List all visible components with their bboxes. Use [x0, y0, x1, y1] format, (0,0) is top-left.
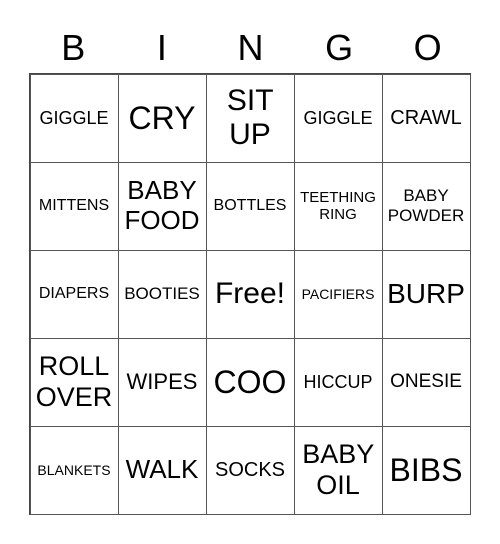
- bingo-cell[interactable]: HICCUP: [293, 337, 383, 427]
- cell-label: MITTENS: [38, 196, 110, 214]
- bingo-cell[interactable]: BLANKETS: [29, 425, 119, 515]
- cell-label: COO: [213, 363, 287, 400]
- cell-label: BOOTIES: [124, 284, 200, 304]
- bingo-cell[interactable]: ONESIE: [381, 337, 471, 427]
- bingo-cell[interactable]: BOTTLES: [205, 161, 295, 251]
- cell-label: BLANKETS: [37, 461, 111, 478]
- bingo-cell[interactable]: BABY FOOD: [117, 161, 207, 251]
- bingo-cell[interactable]: ROLL OVER: [29, 337, 119, 427]
- bingo-cell[interactable]: BURP: [381, 249, 471, 339]
- cell-label: TEETHING RING: [300, 188, 376, 223]
- cell-label: WIPES: [126, 369, 198, 395]
- bingo-cell[interactable]: GIGGLE: [29, 73, 119, 163]
- cell-label: ONESIE: [390, 371, 462, 393]
- bingo-cell[interactable]: Free!: [205, 249, 295, 339]
- cell-label: ROLL OVER: [35, 350, 113, 412]
- cell-label: Free!: [214, 276, 286, 310]
- bingo-cell[interactable]: DIAPERS: [29, 249, 119, 339]
- header-letter: I: [156, 27, 167, 68]
- header-letter: B: [61, 27, 86, 68]
- bingo-cell[interactable]: CRAWL: [381, 73, 471, 163]
- cell-label: BURP: [387, 277, 465, 309]
- cell-label: HICCUP: [303, 371, 373, 392]
- cell-label: CRAWL: [390, 106, 462, 129]
- bingo-cell[interactable]: SOCKS: [205, 425, 295, 515]
- bingo-header: B I N G O: [29, 26, 472, 70]
- cell-label: BABY POWDER: [387, 186, 465, 225]
- bingo-cell[interactable]: COO: [205, 337, 295, 427]
- header-letter: N: [237, 27, 264, 68]
- cell-label: GIGGLE: [303, 107, 373, 128]
- cell-label: BOTTLES: [213, 196, 287, 214]
- bingo-cell[interactable]: GIGGLE: [293, 73, 383, 163]
- bingo-cell[interactable]: WIPES: [117, 337, 207, 427]
- cell-label: BIBS: [389, 451, 463, 488]
- bingo-cell[interactable]: BABY POWDER: [381, 161, 471, 251]
- header-letter: O: [413, 27, 442, 68]
- cell-label: CRY: [128, 99, 196, 136]
- cell-label: GIGGLE: [39, 107, 109, 128]
- bingo-cell[interactable]: MITTENS: [29, 161, 119, 251]
- bingo-grid: GIGGLE CRY SIT UP GIGGLE CRAWL MITTENS BABY FO…: [29, 73, 471, 515]
- bingo-cell[interactable]: CRY: [117, 73, 207, 163]
- bingo-cell[interactable]: PACIFIERS: [293, 249, 383, 339]
- cell-label: WALK: [125, 454, 199, 485]
- bingo-cell[interactable]: TEETHING RING: [293, 161, 383, 251]
- bingo-cell[interactable]: BOOTIES: [117, 249, 207, 339]
- cell-label: SIT UP: [226, 83, 274, 152]
- header-letter: G: [325, 27, 354, 68]
- bingo-cell[interactable]: SIT UP: [205, 73, 295, 163]
- cell-label: SOCKS: [214, 458, 286, 481]
- cell-label: DIAPERS: [38, 284, 110, 302]
- bingo-cell[interactable]: WALK: [117, 425, 207, 515]
- bingo-cell[interactable]: BABY OIL: [293, 425, 383, 515]
- cell-label: BABY FOOD: [124, 175, 200, 235]
- cell-label: BABY OIL: [302, 438, 375, 500]
- bingo-cell[interactable]: BIBS: [381, 425, 471, 515]
- cell-label: PACIFIERS: [301, 285, 375, 302]
